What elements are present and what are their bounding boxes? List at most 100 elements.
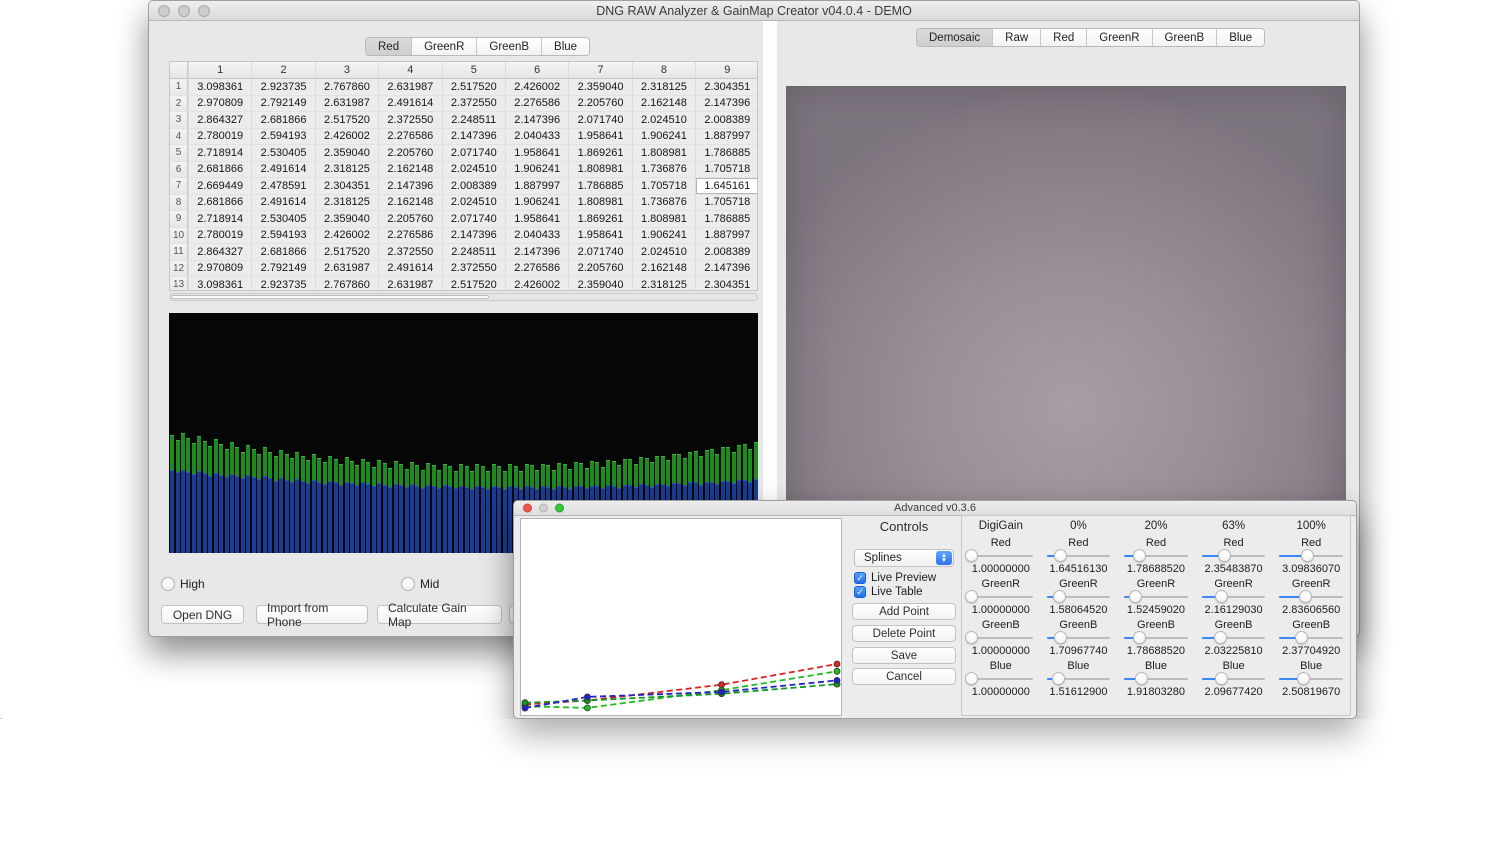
gain-slider-greenb-3[interactable] [1202, 631, 1266, 645]
save-button[interactable]: Save [852, 647, 956, 664]
table-cell[interactable]: 1.808981 [632, 211, 695, 228]
table-cell[interactable]: 2.318125 [315, 162, 378, 179]
table-cell[interactable]: 2.276586 [378, 129, 441, 146]
table-cell[interactable]: 2.631987 [378, 79, 441, 96]
table-column-header[interactable]: 2 [251, 62, 314, 79]
table-cell[interactable]: 2.248511 [442, 112, 505, 129]
slider-thumb[interactable] [1297, 672, 1310, 685]
table-cell[interactable]: 2.071740 [442, 211, 505, 228]
table-cell[interactable]: 2.767860 [315, 79, 378, 96]
slider-thumb[interactable] [965, 672, 978, 685]
table-cell[interactable]: 2.631987 [378, 277, 441, 291]
table-cell[interactable]: 2.426002 [315, 228, 378, 245]
slider-thumb[interactable] [1053, 590, 1066, 603]
table-cell[interactable]: 2.517520 [315, 244, 378, 261]
radio-circle-icon[interactable] [161, 577, 175, 591]
slider-thumb[interactable] [965, 590, 978, 603]
table-cell[interactable]: 2.147396 [378, 178, 441, 195]
table-cell[interactable]: 2.491614 [378, 261, 441, 278]
table-cell[interactable]: 1.786885 [695, 145, 758, 162]
slider-thumb[interactable] [1133, 549, 1146, 562]
table-cell[interactable]: 2.071740 [568, 244, 631, 261]
table-cell[interactable]: 1.906241 [632, 129, 695, 146]
preview-tab-blue[interactable]: Blue [1216, 29, 1264, 46]
table-cell[interactable]: 2.681866 [251, 244, 314, 261]
gain-slider-greenb-2[interactable] [1124, 631, 1188, 645]
table-cell[interactable]: 2.426002 [315, 129, 378, 146]
zoom-icon[interactable] [555, 504, 564, 513]
table-cell[interactable]: 2.718914 [188, 211, 251, 228]
calculate-gain-map-button[interactable]: Calculate Gain Map [377, 605, 502, 624]
gain-slider-blue-0[interactable] [969, 672, 1033, 686]
table-cell[interactable]: 1.808981 [632, 145, 695, 162]
radio-circle-icon[interactable] [401, 577, 415, 591]
gain-slider-red-3[interactable] [1202, 549, 1266, 563]
table-cell[interactable]: 2.318125 [632, 277, 695, 291]
check-icon[interactable]: ✓ [854, 572, 866, 584]
table-cell[interactable]: 2.631987 [315, 261, 378, 278]
table-cell[interactable]: 1.705718 [695, 195, 758, 212]
table-cell[interactable]: 2.147396 [695, 261, 758, 278]
table-cell[interactable]: 1.887997 [695, 228, 758, 245]
spline-point[interactable] [719, 689, 725, 695]
table-cell[interactable]: 2.071740 [442, 145, 505, 162]
table-cell[interactable]: 2.372550 [378, 244, 441, 261]
radio-high[interactable]: High [161, 577, 205, 591]
table-cell[interactable]: 2.205760 [568, 96, 631, 113]
table-cell[interactable]: 2.162148 [378, 195, 441, 212]
table-cell[interactable]: 1.958641 [568, 129, 631, 146]
table-cell[interactable]: 2.359040 [315, 211, 378, 228]
table-cell[interactable]: 2.970809 [188, 261, 251, 278]
gain-slider-greenr-2[interactable] [1124, 590, 1188, 604]
table-cell[interactable]: 2.426002 [505, 79, 568, 96]
table-cell[interactable]: 2.792149 [251, 261, 314, 278]
table-cell[interactable]: 1.705718 [695, 162, 758, 179]
tab-red[interactable]: Red [366, 38, 411, 55]
minimize-icon[interactable] [178, 5, 190, 17]
table-cell[interactable]: 2.517520 [442, 277, 505, 291]
mode-dropdown[interactable]: Splines ▲▼ [854, 549, 954, 567]
slider-thumb[interactable] [965, 549, 978, 562]
slider-thumb[interactable] [1218, 549, 1231, 562]
table-cell[interactable]: 1.808981 [568, 195, 631, 212]
table-column-header[interactable]: 6 [505, 62, 568, 79]
table-cell[interactable]: 2.864327 [188, 112, 251, 129]
table-cell[interactable]: 2.147396 [442, 228, 505, 245]
table-cell[interactable]: 1.958641 [505, 211, 568, 228]
slider-thumb[interactable] [1129, 590, 1142, 603]
spline-point[interactable] [834, 677, 840, 683]
table-cell[interactable]: 1.958641 [505, 145, 568, 162]
slider-thumb[interactable] [1054, 549, 1067, 562]
main-titlebar[interactable]: DNG RAW Analyzer & GainMap Creator v04.0… [149, 1, 1359, 21]
preview-tab-greenr[interactable]: GreenR [1086, 29, 1151, 46]
table-cell[interactable]: 2.923735 [251, 79, 314, 96]
table-column-header[interactable]: 8 [632, 62, 695, 79]
slider-thumb[interactable] [1301, 549, 1314, 562]
import-from-phone-button[interactable]: Import from Phone [256, 605, 368, 624]
close-icon[interactable] [523, 504, 532, 513]
spline-curve-editor[interactable] [520, 518, 842, 716]
gain-slider-blue-3[interactable] [1202, 672, 1266, 686]
table-cell[interactable]: 2.147396 [442, 129, 505, 146]
table-cell[interactable]: 1.887997 [505, 178, 568, 195]
table-cell[interactable]: 2.767860 [315, 277, 378, 291]
table-cell[interactable]: 1.958641 [568, 228, 631, 245]
table-cell[interactable]: 2.205760 [568, 261, 631, 278]
table-cell[interactable]: 2.669449 [188, 178, 251, 195]
slider-thumb[interactable] [1215, 672, 1228, 685]
table-cell[interactable]: 2.491614 [251, 162, 314, 179]
table-cell[interactable]: 2.205760 [378, 145, 441, 162]
slider-thumb[interactable] [965, 631, 978, 644]
slider-thumb[interactable] [1052, 672, 1065, 685]
table-horizontal-scrollbar[interactable] [169, 293, 758, 301]
gain-slider-red-2[interactable] [1124, 549, 1188, 563]
table-cell[interactable]: 2.008389 [695, 244, 758, 261]
scrollbar-thumb[interactable] [171, 295, 489, 299]
cancel-button[interactable]: Cancel [852, 668, 956, 685]
table-cell[interactable]: 2.147396 [505, 244, 568, 261]
table-cell[interactable]: 2.491614 [251, 195, 314, 212]
live-preview-checkbox[interactable]: ✓ Live Preview [854, 572, 936, 584]
radio-mid[interactable]: Mid [401, 577, 439, 591]
table-cell[interactable]: 1.736876 [632, 195, 695, 212]
stepper-icon[interactable]: ▲▼ [936, 551, 952, 565]
